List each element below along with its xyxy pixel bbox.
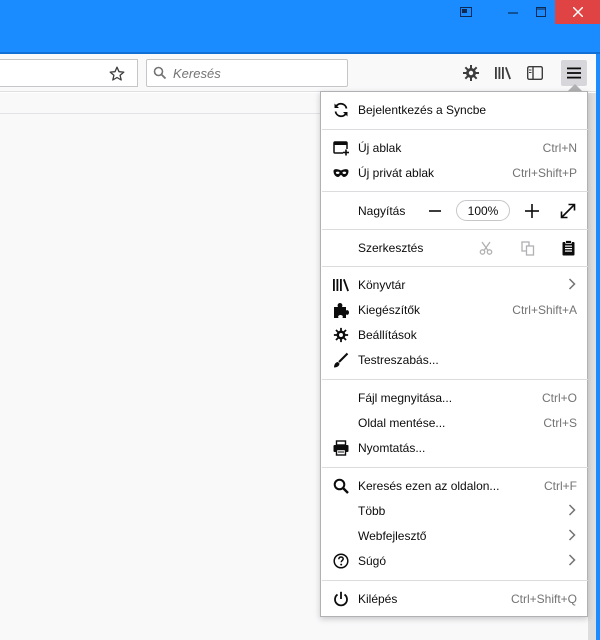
shortcut-label: Ctrl+S [543,416,577,430]
chevron-right-icon [568,553,576,569]
menu-item-addons[interactable]: Kiegészítők Ctrl+Shift+A [322,298,588,322]
copy-icon[interactable] [515,236,541,260]
menu-item-new-window[interactable]: Új ablak Ctrl+N [322,136,588,160]
menu-label: Több [358,504,386,518]
puzzle-piece-icon [332,301,350,319]
vertical-scrollbar[interactable] [588,93,596,640]
menu-label: Testreszabás... [358,353,439,367]
menu-item-save-page[interactable]: Oldal mentése... Ctrl+S [322,411,588,435]
menu-separator [322,129,588,130]
window-titlebar [0,0,600,54]
bookmark-star-icon[interactable] [106,65,128,83]
zoom-in-button[interactable] [520,199,544,223]
minimize-button[interactable] [499,0,527,24]
search-icon [332,477,350,495]
menu-item-quit[interactable]: Kilépés Ctrl+Shift+Q [322,587,588,611]
menu-item-find[interactable]: Keresés ezen az oldalon... Ctrl+F [322,474,588,498]
menu-item-more[interactable]: Több [322,499,588,523]
menu-item-customize[interactable]: Testreszabás... [322,348,588,372]
menu-label: Webfejlesztő [358,529,427,543]
printer-icon [332,439,350,457]
chevron-right-icon [568,277,576,293]
shortcut-label: Ctrl+Shift+Q [510,592,577,606]
menu-item-options[interactable]: Beállítások [322,323,588,347]
content-divider [0,113,330,114]
hamburger-menu-icon[interactable] [561,60,587,86]
menu-item-library[interactable]: Könyvtár [322,273,588,297]
menu-label: Nyomtatás... [358,441,426,455]
help-question-icon [332,552,350,570]
menu-item-help[interactable]: Súgó [322,549,588,573]
menu-label: Új ablak [358,141,402,155]
search-icon [153,66,167,83]
menu-label: Szerkesztés [358,241,424,255]
paste-icon[interactable] [555,236,581,260]
shortcut-label: Ctrl+Shift+A [512,303,577,317]
address-bar[interactable] [0,59,138,87]
menu-label: Új privát ablak [358,166,435,180]
close-window-button[interactable] [555,0,600,24]
shortcut-label: Ctrl+N [542,141,577,155]
menu-label: Beállítások [358,328,417,342]
shortcut-label: Ctrl+F [544,479,577,493]
sidebar-toggle-icon[interactable] [522,60,548,86]
menu-label: Súgó [358,554,387,568]
private-mask-icon [332,164,350,182]
menu-item-open-file[interactable]: Fájl megnyitása... Ctrl+O [322,386,588,410]
menu-item-print[interactable]: Nyomtatás... [322,436,588,460]
chevron-right-icon [568,528,576,544]
menu-label: Keresés ezen az oldalon... [358,479,500,493]
app-menu-panel: Bejelentkezés a Syncbe Új ablak Ctrl+N Ú… [320,91,588,617]
cut-icon[interactable] [473,236,499,260]
menu-label: Kiegészítők [358,303,421,317]
menu-separator [322,266,588,267]
menu-item-sync[interactable]: Bejelentkezés a Syncbe [322,98,588,122]
menu-separator [322,580,588,581]
menu-label: Nagyítás [358,204,406,218]
menu-label: Bejelentkezés a Syncbe [358,103,487,117]
power-icon [332,590,350,608]
paintbrush-icon [332,351,350,369]
library-icon[interactable] [490,60,516,86]
shortcut-label: Ctrl+Shift+P [512,166,577,180]
navigation-toolbar [0,54,600,92]
menu-separator [322,191,588,192]
fullscreen-icon[interactable] [556,199,580,223]
menu-item-edit: Szerkesztés [322,236,588,260]
menu-separator [322,229,588,230]
tab-overview-icon[interactable] [452,0,480,24]
window-right-border [596,54,600,640]
menu-label: Fájl megnyitása... [358,391,453,405]
new-window-icon [332,139,350,157]
search-bar[interactable] [146,59,348,87]
library-icon [332,276,350,294]
menu-separator [322,379,588,380]
chevron-right-icon [568,503,576,519]
menu-label: Könyvtár [358,278,406,292]
zoom-reset-button[interactable]: 100% [456,200,510,221]
menu-label: Kilépés [358,592,398,606]
shortcut-label: Ctrl+O [541,391,577,405]
menu-label: Oldal mentése... [358,416,446,430]
maximize-button[interactable] [527,0,555,24]
sync-icon [332,101,350,119]
menu-item-zoom: Nagyítás 100% [322,199,588,223]
gear-icon [332,326,350,344]
zoom-out-button[interactable] [424,199,446,223]
menu-item-web-developer[interactable]: Webfejlesztő [322,524,588,548]
menu-separator [322,467,588,468]
settings-gear-icon[interactable] [458,60,484,86]
search-input[interactable] [173,62,343,84]
menu-item-new-private-window[interactable]: Új privát ablak Ctrl+Shift+P [322,161,588,185]
